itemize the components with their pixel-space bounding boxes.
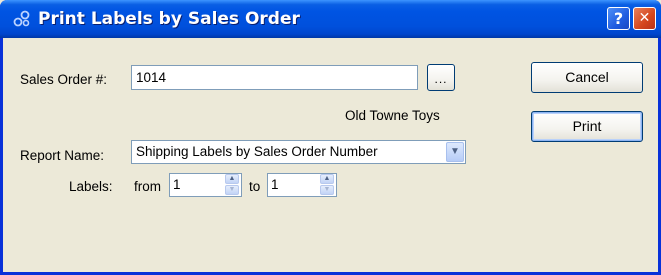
from-spin: ▲ ▼ [224, 174, 240, 196]
sales-order-label: Sales Order #: [20, 72, 108, 87]
print-labels-dialog: Print Labels by Sales Order ? ✕ Sales Or… [0, 0, 661, 275]
triangle-down-icon[interactable]: ▼ [320, 185, 334, 195]
close-button[interactable]: ✕ [633, 7, 656, 30]
report-name-select[interactable]: Shipping Labels by Sales Order Number ▼ [131, 140, 466, 164]
labels-label: Labels: [69, 179, 113, 194]
triangle-up-icon[interactable]: ▲ [320, 174, 334, 184]
to-label: to [249, 179, 261, 194]
from-value: 1 [173, 177, 181, 192]
from-label: from [134, 179, 161, 194]
chevron-down-icon[interactable]: ▼ [446, 142, 464, 162]
to-stepper[interactable]: 1 ▲ ▼ [267, 173, 337, 197]
title-bar[interactable]: Print Labels by Sales Order ? ✕ [0, 0, 661, 38]
from-stepper[interactable]: 1 ▲ ▼ [169, 173, 242, 197]
sales-order-input[interactable]: 1014 [131, 65, 418, 90]
customer-name: Old Towne Toys [345, 108, 440, 123]
triangle-down-icon[interactable]: ▼ [225, 185, 239, 195]
triangle-up-icon[interactable]: ▲ [225, 174, 239, 184]
cancel-button[interactable]: Cancel [531, 62, 643, 93]
report-name-value: Shipping Labels by Sales Order Number [136, 144, 378, 159]
print-button[interactable]: Print [531, 111, 643, 142]
link-chain-icon [13, 10, 30, 27]
window-title: Print Labels by Sales Order [38, 9, 300, 29]
to-spin: ▲ ▼ [319, 174, 335, 196]
browse-button[interactable]: ... [427, 64, 455, 91]
help-button[interactable]: ? [607, 7, 630, 30]
to-value: 1 [271, 177, 279, 192]
report-name-label: Report Name: [20, 148, 105, 163]
